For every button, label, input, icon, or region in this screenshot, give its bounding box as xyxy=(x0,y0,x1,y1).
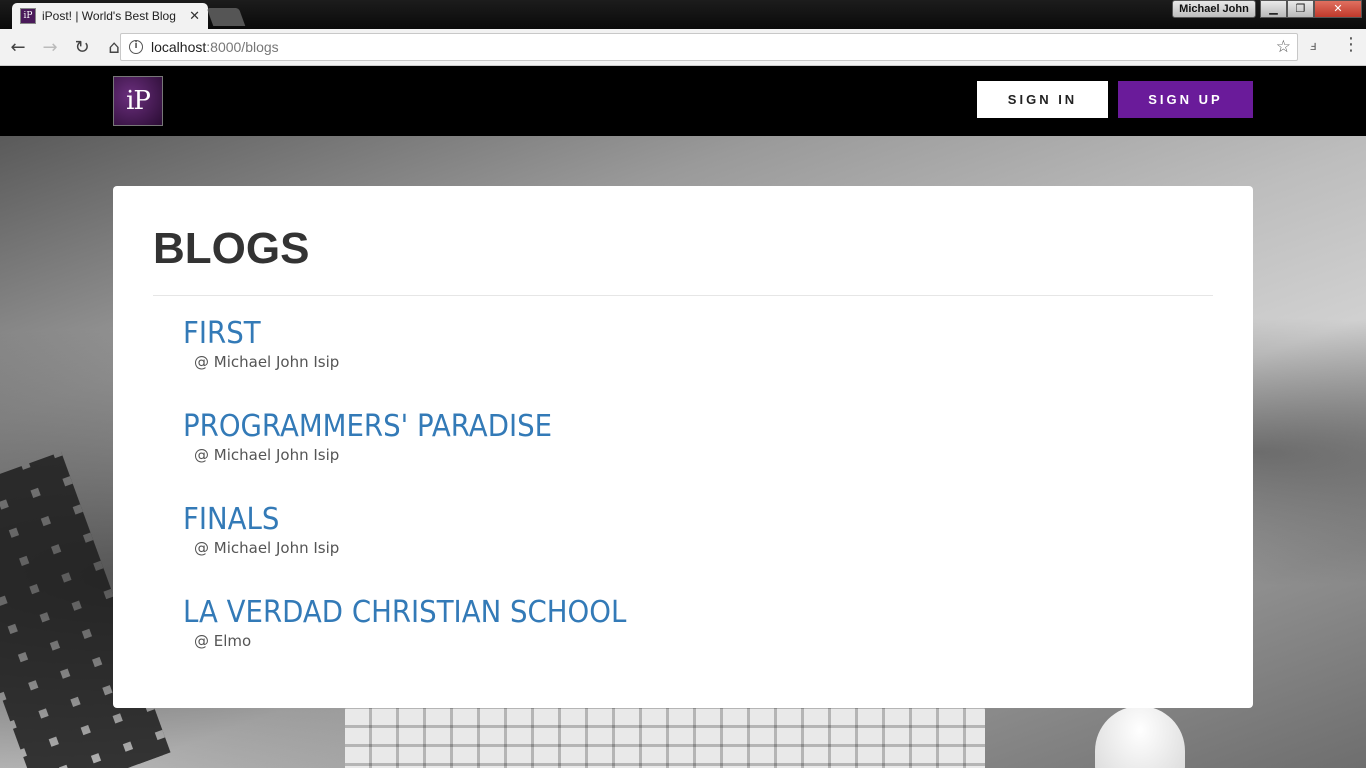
minimize-button[interactable]: ▁ xyxy=(1260,0,1287,18)
tab-close-icon[interactable]: ✕ xyxy=(189,9,200,24)
browser-toolbar: ← → ↻ ⌂ i localhost:8000/blogs ☆ ⅎ ⋮ xyxy=(0,29,1366,66)
blog-author: @ Michael John Isip xyxy=(194,539,340,557)
page: iP SIGN IN SIGN UP BLOGS FIRST @ Michael… xyxy=(0,66,1366,768)
blog-title-link[interactable]: FIRST xyxy=(183,316,626,352)
extension-icon[interactable]: ⅎ xyxy=(1310,39,1317,54)
blog-title-link[interactable]: LA VERDAD CHRISTIAN SCHOOL xyxy=(183,595,626,631)
blog-title-link[interactable]: FINALS xyxy=(183,502,626,538)
site-logo[interactable]: iP xyxy=(113,76,163,126)
blog-list: FIRST @ Michael John Isip PROGRAMMERS' P… xyxy=(183,316,665,688)
browser-menu-icon[interactable]: ⋮ xyxy=(1342,36,1360,54)
maximize-button[interactable]: ❐ xyxy=(1287,0,1314,18)
browser-titlebar: iP iPost! | World's Best Blog ✕ Michael … xyxy=(0,0,1366,29)
list-item: PROGRAMMERS' PARADISE @ Michael John Isi… xyxy=(183,409,665,502)
background-mouse-image xyxy=(1095,706,1185,768)
favicon-icon: iP xyxy=(20,8,36,24)
url-host: localhost xyxy=(151,39,207,55)
info-icon[interactable]: i xyxy=(129,40,143,54)
url-path: :8000/blogs xyxy=(206,39,279,55)
background-keyboard-image xyxy=(345,706,985,768)
sign-in-button[interactable]: SIGN IN xyxy=(977,81,1108,118)
tab-title: iPost! | World's Best Blog xyxy=(42,9,176,23)
blogs-card: BLOGS FIRST @ Michael John Isip PROGRAMM… xyxy=(113,186,1253,708)
blog-author: @ Elmo xyxy=(194,632,252,650)
browser-tab[interactable]: iP iPost! | World's Best Blog ✕ xyxy=(12,3,208,29)
blog-author: @ Michael John Isip xyxy=(194,446,340,464)
reload-icon[interactable]: ↻ xyxy=(68,37,96,58)
new-tab-button[interactable] xyxy=(206,8,246,26)
address-bar[interactable]: i localhost:8000/blogs ☆ xyxy=(120,33,1298,61)
divider xyxy=(153,295,1213,296)
blog-title-link[interactable]: PROGRAMMERS' PARADISE xyxy=(183,409,626,445)
window-controls: ▁ ❐ ✕ xyxy=(1260,0,1362,18)
list-item: LA VERDAD CHRISTIAN SCHOOL @ Elmo xyxy=(183,595,665,688)
list-item: FIRST @ Michael John Isip xyxy=(183,316,665,409)
bookmark-star-icon[interactable]: ☆ xyxy=(1276,37,1291,57)
back-arrow-icon[interactable]: ← xyxy=(4,37,32,58)
site-navbar: iP SIGN IN SIGN UP xyxy=(0,66,1366,136)
forward-arrow-icon[interactable]: → xyxy=(36,37,64,58)
blog-author: @ Michael John Isip xyxy=(194,353,340,371)
close-window-button[interactable]: ✕ xyxy=(1314,0,1362,18)
list-item: FINALS @ Michael John Isip xyxy=(183,502,665,595)
profile-button[interactable]: Michael John xyxy=(1172,0,1256,18)
page-title: BLOGS xyxy=(153,224,310,273)
sign-up-button[interactable]: SIGN UP xyxy=(1118,81,1253,118)
